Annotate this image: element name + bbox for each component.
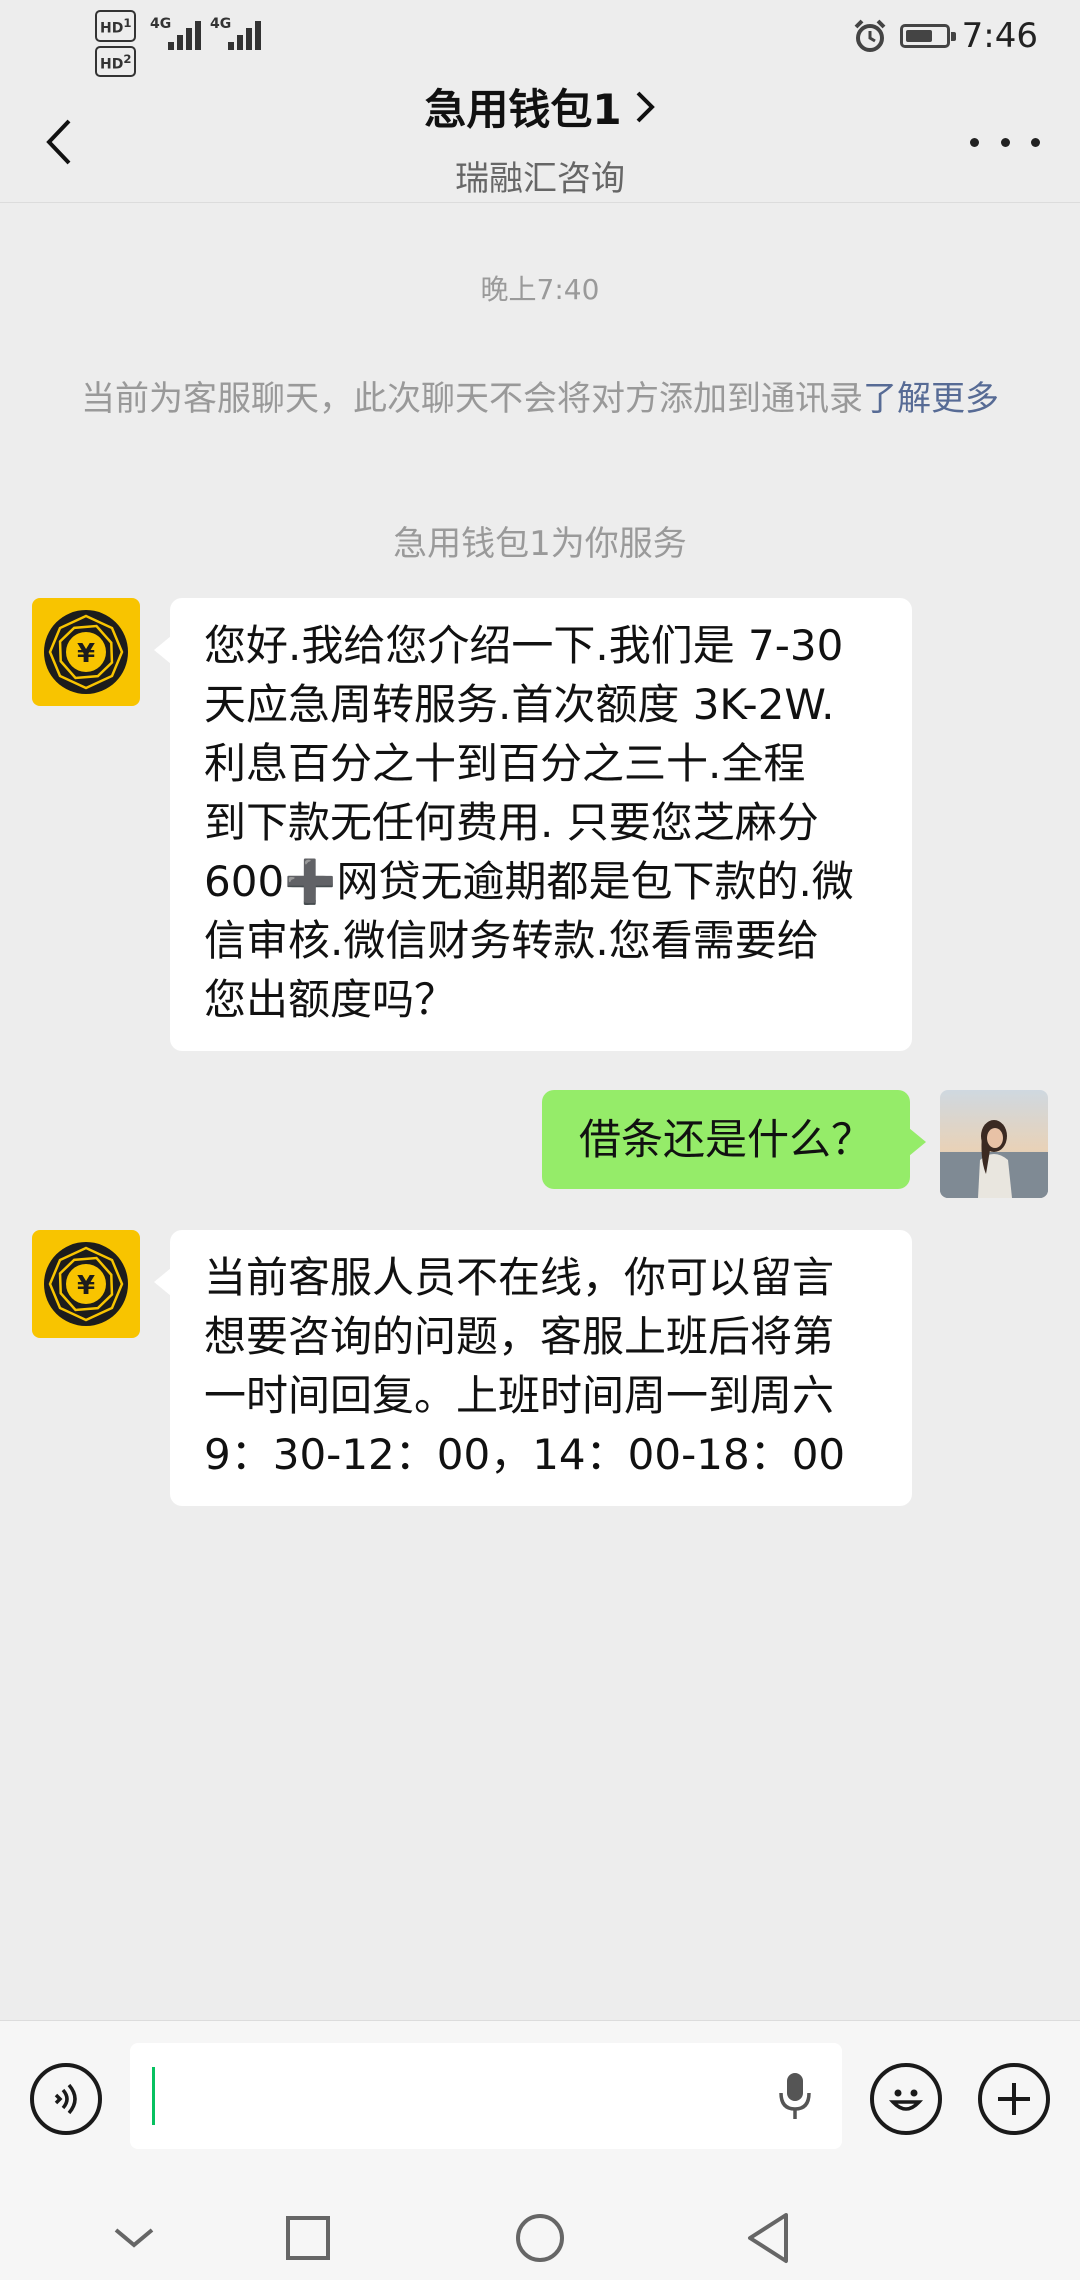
notice-text: 当前为客服聊天，此次聊天不会将对方添加到通讯录: [81, 379, 863, 419]
chat-header: 急用钱包1 瑞融汇咨询: [0, 72, 1080, 203]
status-bar: HD1 HD2 4G 4G 7:46: [0, 0, 1080, 78]
voice-toggle-button[interactable]: [30, 2063, 102, 2135]
message-line: 一时间回复。上班时间周一到周六: [204, 1371, 835, 1420]
message-line: 利息百分之十到百分之三十.全程: [204, 739, 806, 788]
nav-home-button[interactable]: [504, 2202, 576, 2274]
nav-collapse-icon: [114, 2228, 154, 2248]
message-line: 天应急周转服务.首次额度 3K-2W.: [204, 680, 835, 729]
message-line: 到下款无任何费用. 只要您芝麻分: [204, 798, 819, 847]
chevron-right-icon: [636, 91, 655, 122]
more-dots-icon: [970, 137, 979, 147]
emoji-icon: [888, 2089, 924, 2111]
more-button[interactable]: [970, 124, 1040, 160]
message-line: 9：30-12：00，14：00-18：00: [204, 1430, 846, 1479]
microphone-icon[interactable]: [778, 2071, 812, 2121]
bot-avatar[interactable]: ¥: [32, 598, 140, 706]
nav-back-button[interactable]: [732, 2202, 804, 2274]
message-bubble-bot-2[interactable]: 当前客服人员不在线，你可以留言 想要咨询的问题，客服上班后将第 一时间回复。上班…: [154, 1230, 912, 1506]
voice-icon: [54, 2083, 77, 2115]
plus-icon: [998, 2083, 1030, 2115]
nav-recent-icon: [286, 2216, 330, 2260]
message-line: 信审核.微信财务转款.您看需要给: [204, 916, 819, 965]
message-text: 借条还是什么？: [578, 1115, 873, 1164]
battery-icon: [899, 24, 956, 48]
my-avatar[interactable]: [940, 1090, 1048, 1198]
svg-text:¥: ¥: [77, 1271, 95, 1301]
learn-more-link[interactable]: 了解更多: [863, 379, 999, 419]
message-line: 600➕网贷无逾期都是包下款的.微: [204, 857, 854, 906]
coin-logo-icon: ¥: [44, 610, 128, 694]
more-functions-button[interactable]: [978, 2063, 1050, 2135]
status-time: 7:46: [961, 16, 1038, 56]
bot-avatar[interactable]: ¥: [32, 1230, 140, 1338]
hd-badge-1: HD1: [95, 10, 137, 42]
service-notice: 急用钱包1为你服务: [393, 524, 687, 564]
nav-recent-button[interactable]: [272, 2202, 344, 2274]
chat-timestamp: 晚上7:40: [480, 273, 600, 306]
message-line: 您好.我给您介绍一下.我们是 7-30: [204, 621, 844, 670]
alarm-icon: [854, 19, 886, 52]
coin-logo-icon: ¥: [44, 1242, 128, 1326]
chat-title-button[interactable]: 急用钱包1: [424, 76, 655, 137]
nav-home-icon: [516, 2214, 564, 2262]
message-bubble-bot-1[interactable]: 您好.我给您介绍一下.我们是 7-30 天应急周转服务.首次额度 3K-2W. …: [154, 598, 912, 1051]
system-nav-bar: [0, 2198, 1080, 2280]
nav-collapse-button[interactable]: [98, 2202, 170, 2274]
message-line: 想要咨询的问题，客服上班后将第: [204, 1312, 835, 1361]
nav-back-icon: [748, 2213, 788, 2263]
message-line: 您出额度吗？: [204, 975, 457, 1024]
user-photo-icon: [940, 1090, 1048, 1198]
hd-indicators: HD1 HD2: [95, 10, 137, 81]
emoji-button[interactable]: [870, 2063, 942, 2135]
text-caret: [152, 2067, 155, 2125]
message-input[interactable]: [130, 2043, 842, 2149]
chat-title: 急用钱包1: [424, 85, 622, 134]
message-line: 当前客服人员不在线，你可以留言: [204, 1253, 835, 1302]
chat-subtitle: 瑞融汇咨询: [455, 159, 625, 199]
message-bubble-me-1[interactable]: 借条还是什么？: [542, 1090, 926, 1189]
svg-text:¥: ¥: [77, 639, 95, 669]
input-bar: [0, 2020, 1080, 2199]
customer-service-notice: 当前为客服聊天，此次聊天不会将对方添加到通讯录了解更多: [80, 376, 1000, 422]
